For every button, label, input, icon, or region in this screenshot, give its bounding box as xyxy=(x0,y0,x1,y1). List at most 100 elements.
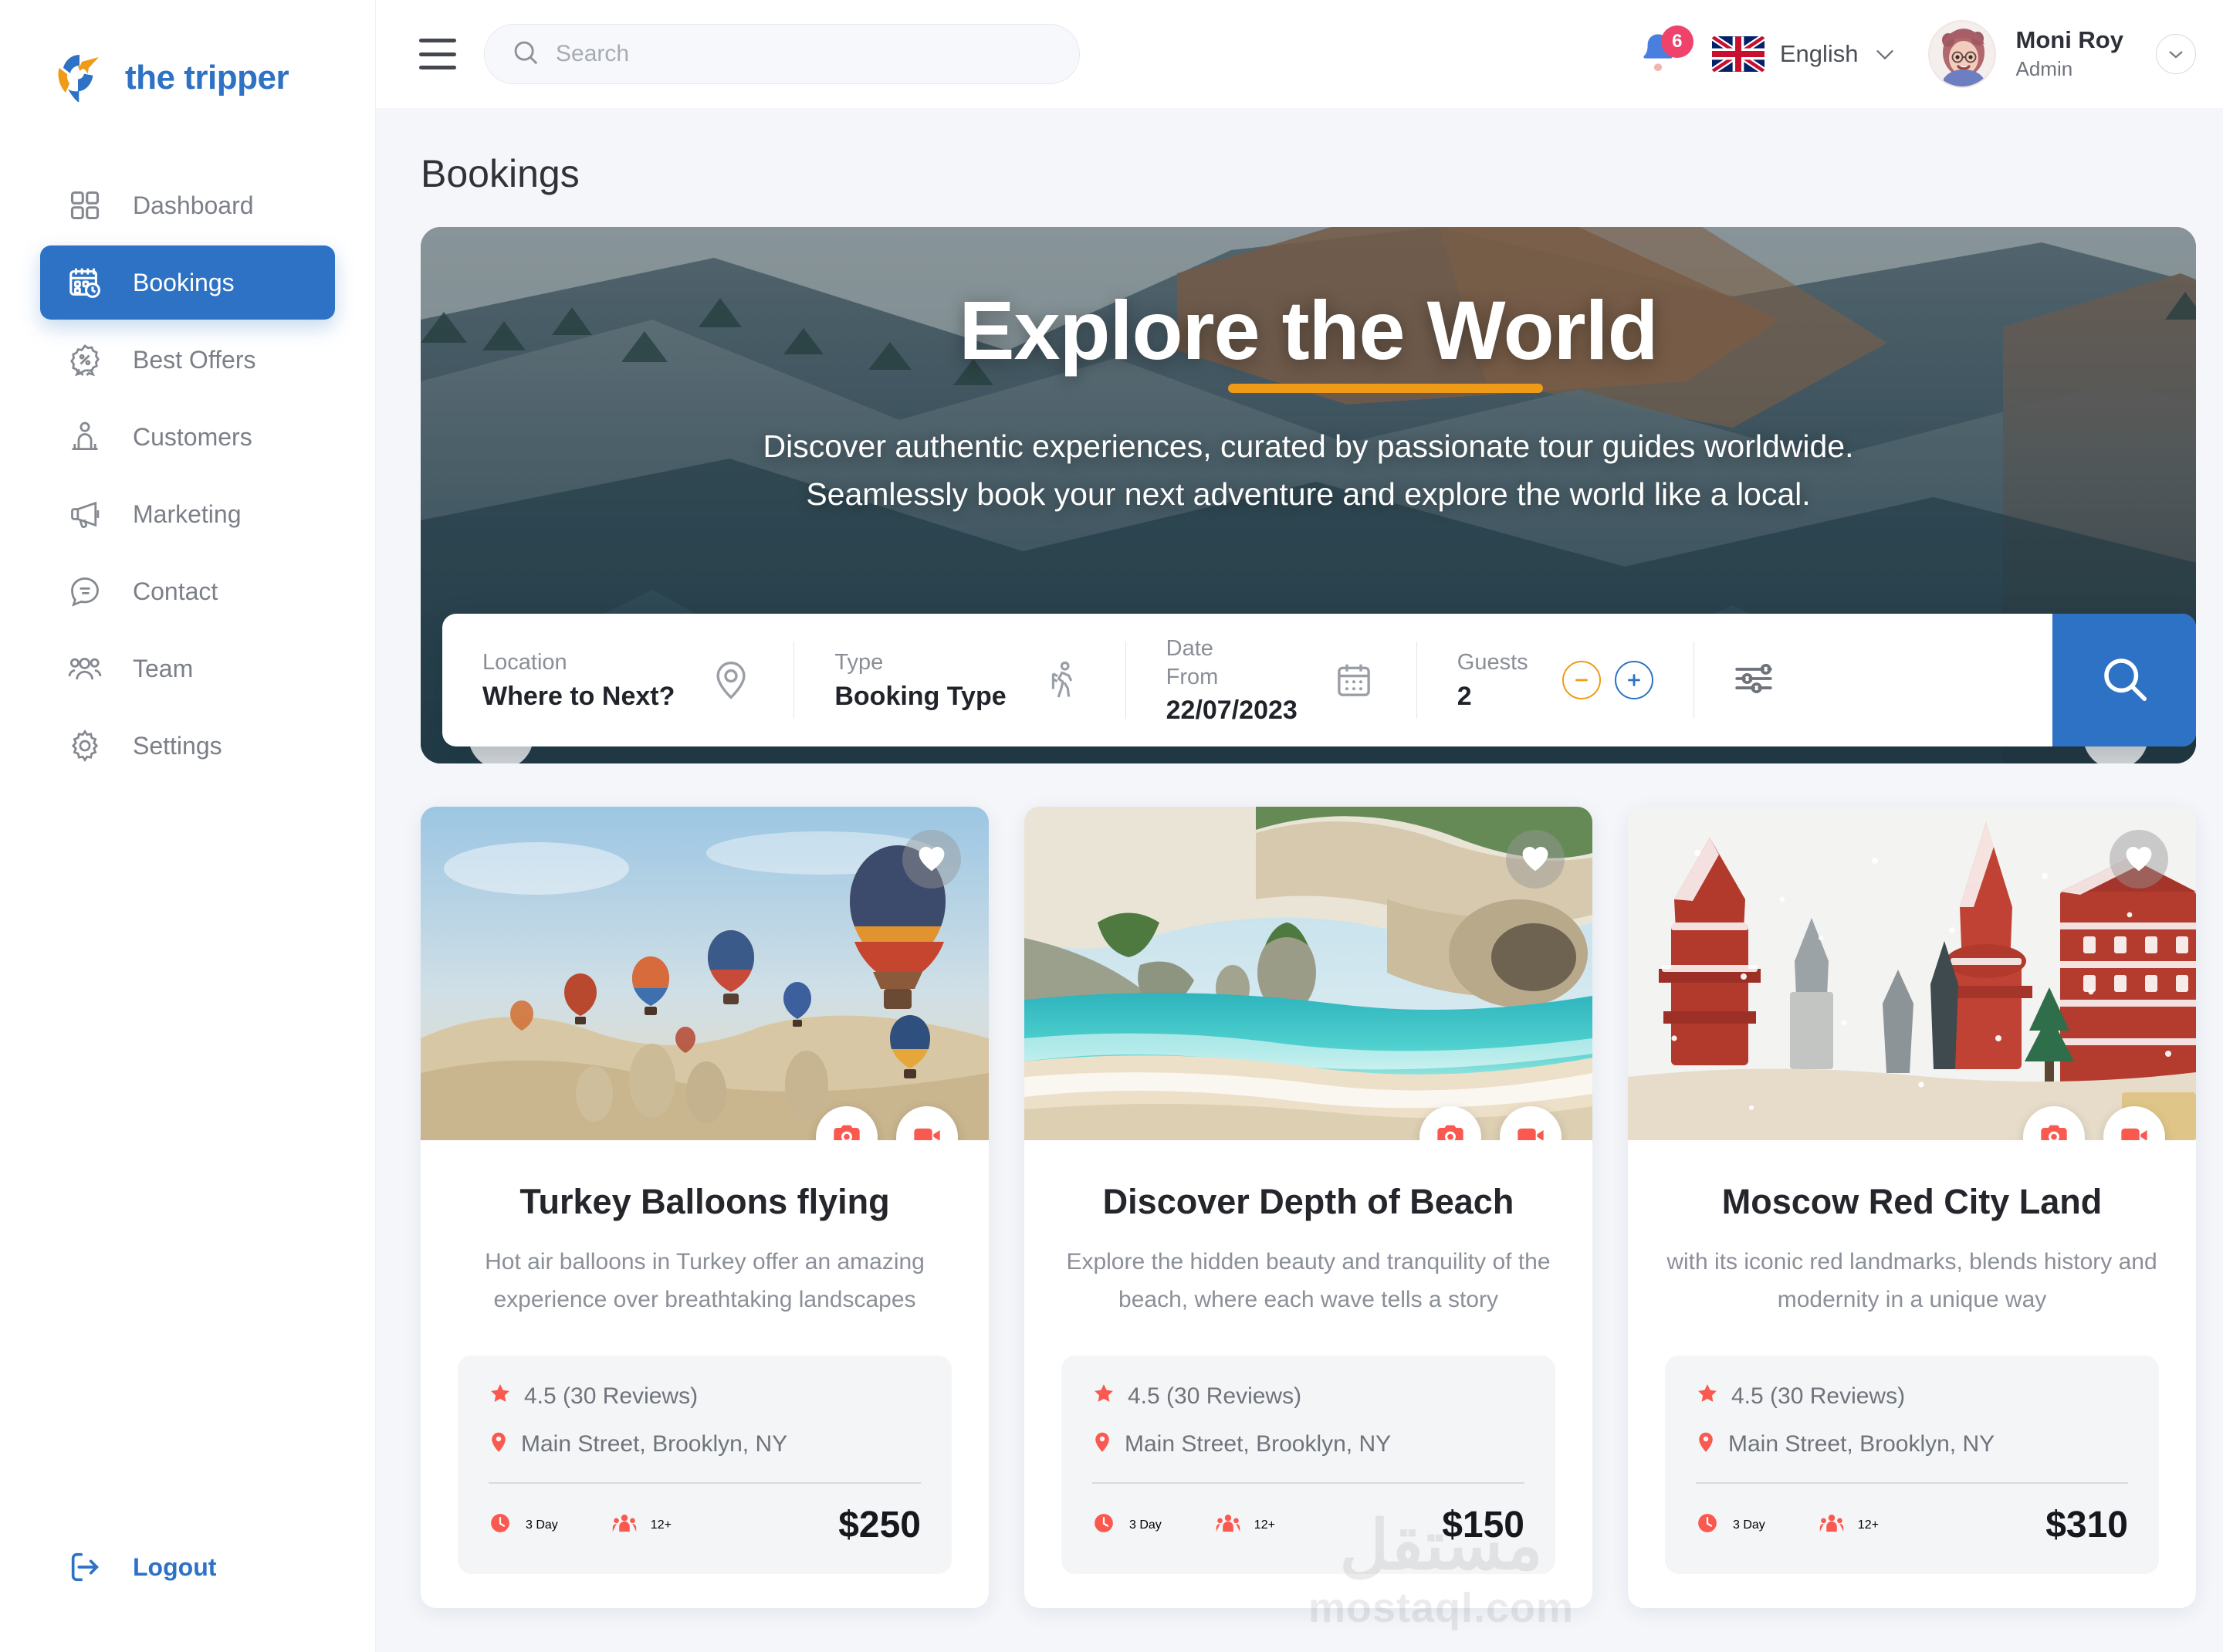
map-pin-icon xyxy=(1696,1430,1716,1459)
date-field[interactable]: Date From 22/07/2023 xyxy=(1126,614,1416,746)
sidebar-item-marketing[interactable]: Marketing xyxy=(40,477,335,551)
user-name: Moni Roy xyxy=(2015,26,2124,54)
clock-icon xyxy=(1696,1512,1719,1539)
video-button[interactable] xyxy=(2103,1106,2165,1140)
card-location: Main Street, Brooklyn, NY xyxy=(521,1431,788,1457)
video-icon xyxy=(2119,1120,2150,1140)
favorite-button[interactable] xyxy=(1506,830,1565,889)
sidebar: the tripper Dashboard Bookings Best Offe… xyxy=(0,0,376,1652)
sidebar-item-team[interactable]: Team xyxy=(40,631,335,706)
clock-icon xyxy=(1092,1512,1115,1539)
sidebar-item-dashboard[interactable]: Dashboard xyxy=(40,168,335,242)
clock-icon xyxy=(489,1512,512,1539)
topbar-right: 6 English Moni Roy Admin xyxy=(1636,20,2196,88)
card-description: with its iconic red landmarks, blends hi… xyxy=(1666,1249,2157,1312)
type-label: Type xyxy=(834,650,884,675)
sidebar-item-label: Dashboard xyxy=(133,191,254,219)
hamburger-icon[interactable] xyxy=(419,39,456,69)
card-location-row: Main Street, Brooklyn, NY xyxy=(1696,1430,2128,1459)
sidebar-item-settings[interactable]: Settings xyxy=(40,709,335,783)
card-description: Hot air balloons in Turkey offer an amaz… xyxy=(485,1249,925,1312)
sidebar-item-label: Marketing xyxy=(133,499,242,528)
photo-gallery-button[interactable] xyxy=(1419,1106,1481,1140)
map-pin-icon xyxy=(709,658,753,702)
video-button[interactable] xyxy=(1500,1106,1562,1140)
sidebar-item-customers[interactable]: Customers xyxy=(40,400,335,474)
calendar-icon xyxy=(1331,658,1376,702)
group-icon xyxy=(1819,1512,1844,1539)
user-group-icon xyxy=(66,418,103,455)
sidebar-item-label: Settings xyxy=(133,731,222,760)
video-button[interactable] xyxy=(896,1106,958,1140)
sidebar-item-label: Contact xyxy=(133,577,218,605)
card-location-row: Main Street, Brooklyn, NY xyxy=(489,1430,921,1459)
favorite-button[interactable] xyxy=(902,830,961,889)
guests-stepper xyxy=(1562,661,1653,699)
global-search[interactable] xyxy=(484,24,1080,84)
heart-icon xyxy=(1519,843,1551,876)
card-location-row: Main Street, Brooklyn, NY xyxy=(1092,1430,1524,1459)
filters-button[interactable] xyxy=(1694,614,1813,746)
people-icon xyxy=(66,650,103,687)
card-image xyxy=(1628,807,2196,1140)
search-input[interactable] xyxy=(556,41,1053,67)
badge-percent-icon xyxy=(66,341,103,378)
search-submit-button[interactable] xyxy=(2052,614,2196,746)
video-icon xyxy=(1515,1120,1546,1140)
hero-subtitle: Discover authentic experiences, curated … xyxy=(763,422,1854,519)
location-field[interactable]: Location Where to Next? xyxy=(442,614,793,746)
booking-card[interactable]: Turkey Balloons flying Hot air balloons … xyxy=(421,807,989,1609)
page-title: Bookings xyxy=(421,152,580,195)
card-bottom-row: 3 Day 12+ $150 xyxy=(1092,1504,1524,1546)
card-age: 12+ xyxy=(1857,1518,1879,1532)
sidebar-item-best-offers[interactable]: Best Offers xyxy=(40,323,335,397)
chat-bubble-icon xyxy=(66,573,103,610)
guests-decrement-button[interactable] xyxy=(1562,661,1601,699)
booking-card[interactable]: Discover Depth of Beach Explore the hidd… xyxy=(1024,807,1592,1609)
camera-icon xyxy=(2039,1120,2069,1140)
photo-gallery-button[interactable] xyxy=(816,1106,878,1140)
brand-logo[interactable]: the tripper xyxy=(0,0,375,108)
sidebar-item-bookings[interactable]: Bookings xyxy=(40,245,335,320)
guests-increment-button[interactable] xyxy=(1614,661,1653,699)
meta-divider xyxy=(489,1482,921,1484)
profile-chevron-down-icon[interactable] xyxy=(2156,34,2196,74)
star-icon xyxy=(1696,1382,1719,1411)
sidebar-item-label: Team xyxy=(133,654,194,682)
heart-icon xyxy=(915,843,948,876)
hero-subtitle-line-1: Discover authentic experiences, curated … xyxy=(763,428,1854,464)
user-profile[interactable]: Moni Roy Admin xyxy=(1927,20,2124,88)
favorite-button[interactable] xyxy=(2110,830,2168,889)
avatar xyxy=(1927,20,1996,88)
megaphone-icon xyxy=(66,496,103,533)
meta-divider xyxy=(1696,1482,2128,1484)
card-duration: 3 Day xyxy=(1129,1518,1162,1532)
logout-button[interactable]: Logout xyxy=(40,1549,242,1586)
chevron-down-icon xyxy=(1874,42,1896,66)
location-pin-plane-icon xyxy=(48,48,108,108)
guests-field[interactable]: Guests 2 xyxy=(1417,614,1693,746)
star-icon xyxy=(1092,1382,1115,1411)
card-bottom-row: 3 Day 12+ $250 xyxy=(489,1504,921,1546)
notifications-button[interactable]: 6 xyxy=(1636,25,1693,78)
camera-icon xyxy=(831,1120,862,1140)
guests-value: 2 xyxy=(1457,681,1472,711)
language-selector[interactable]: English xyxy=(1711,36,1896,72)
sidebar-item-label: Bookings xyxy=(133,268,235,296)
card-bottom-row: 3 Day 12+ $310 xyxy=(1696,1504,2128,1546)
grid-icon xyxy=(66,187,103,224)
sidebar-item-contact[interactable]: Contact xyxy=(40,554,335,628)
search-icon xyxy=(2097,652,2151,709)
brand-name: the tripper xyxy=(125,59,289,96)
card-age: 12+ xyxy=(650,1518,672,1532)
card-location: Main Street, Brooklyn, NY xyxy=(1728,1431,1995,1457)
card-rating-row: 4.5 (30 Reviews) xyxy=(489,1382,921,1411)
logout-label: Logout xyxy=(133,1552,217,1581)
language-label: English xyxy=(1779,40,1859,67)
main-area: 6 English xyxy=(376,0,2223,1652)
photo-gallery-button[interactable] xyxy=(2023,1106,2085,1140)
app-root: the tripper Dashboard Bookings Best Offe… xyxy=(0,0,2223,1652)
type-field[interactable]: Type Booking Type xyxy=(794,614,1125,746)
booking-card[interactable]: Moscow Red City Land with its iconic red… xyxy=(1628,807,2196,1609)
card-rating-row: 4.5 (30 Reviews) xyxy=(1092,1382,1524,1411)
